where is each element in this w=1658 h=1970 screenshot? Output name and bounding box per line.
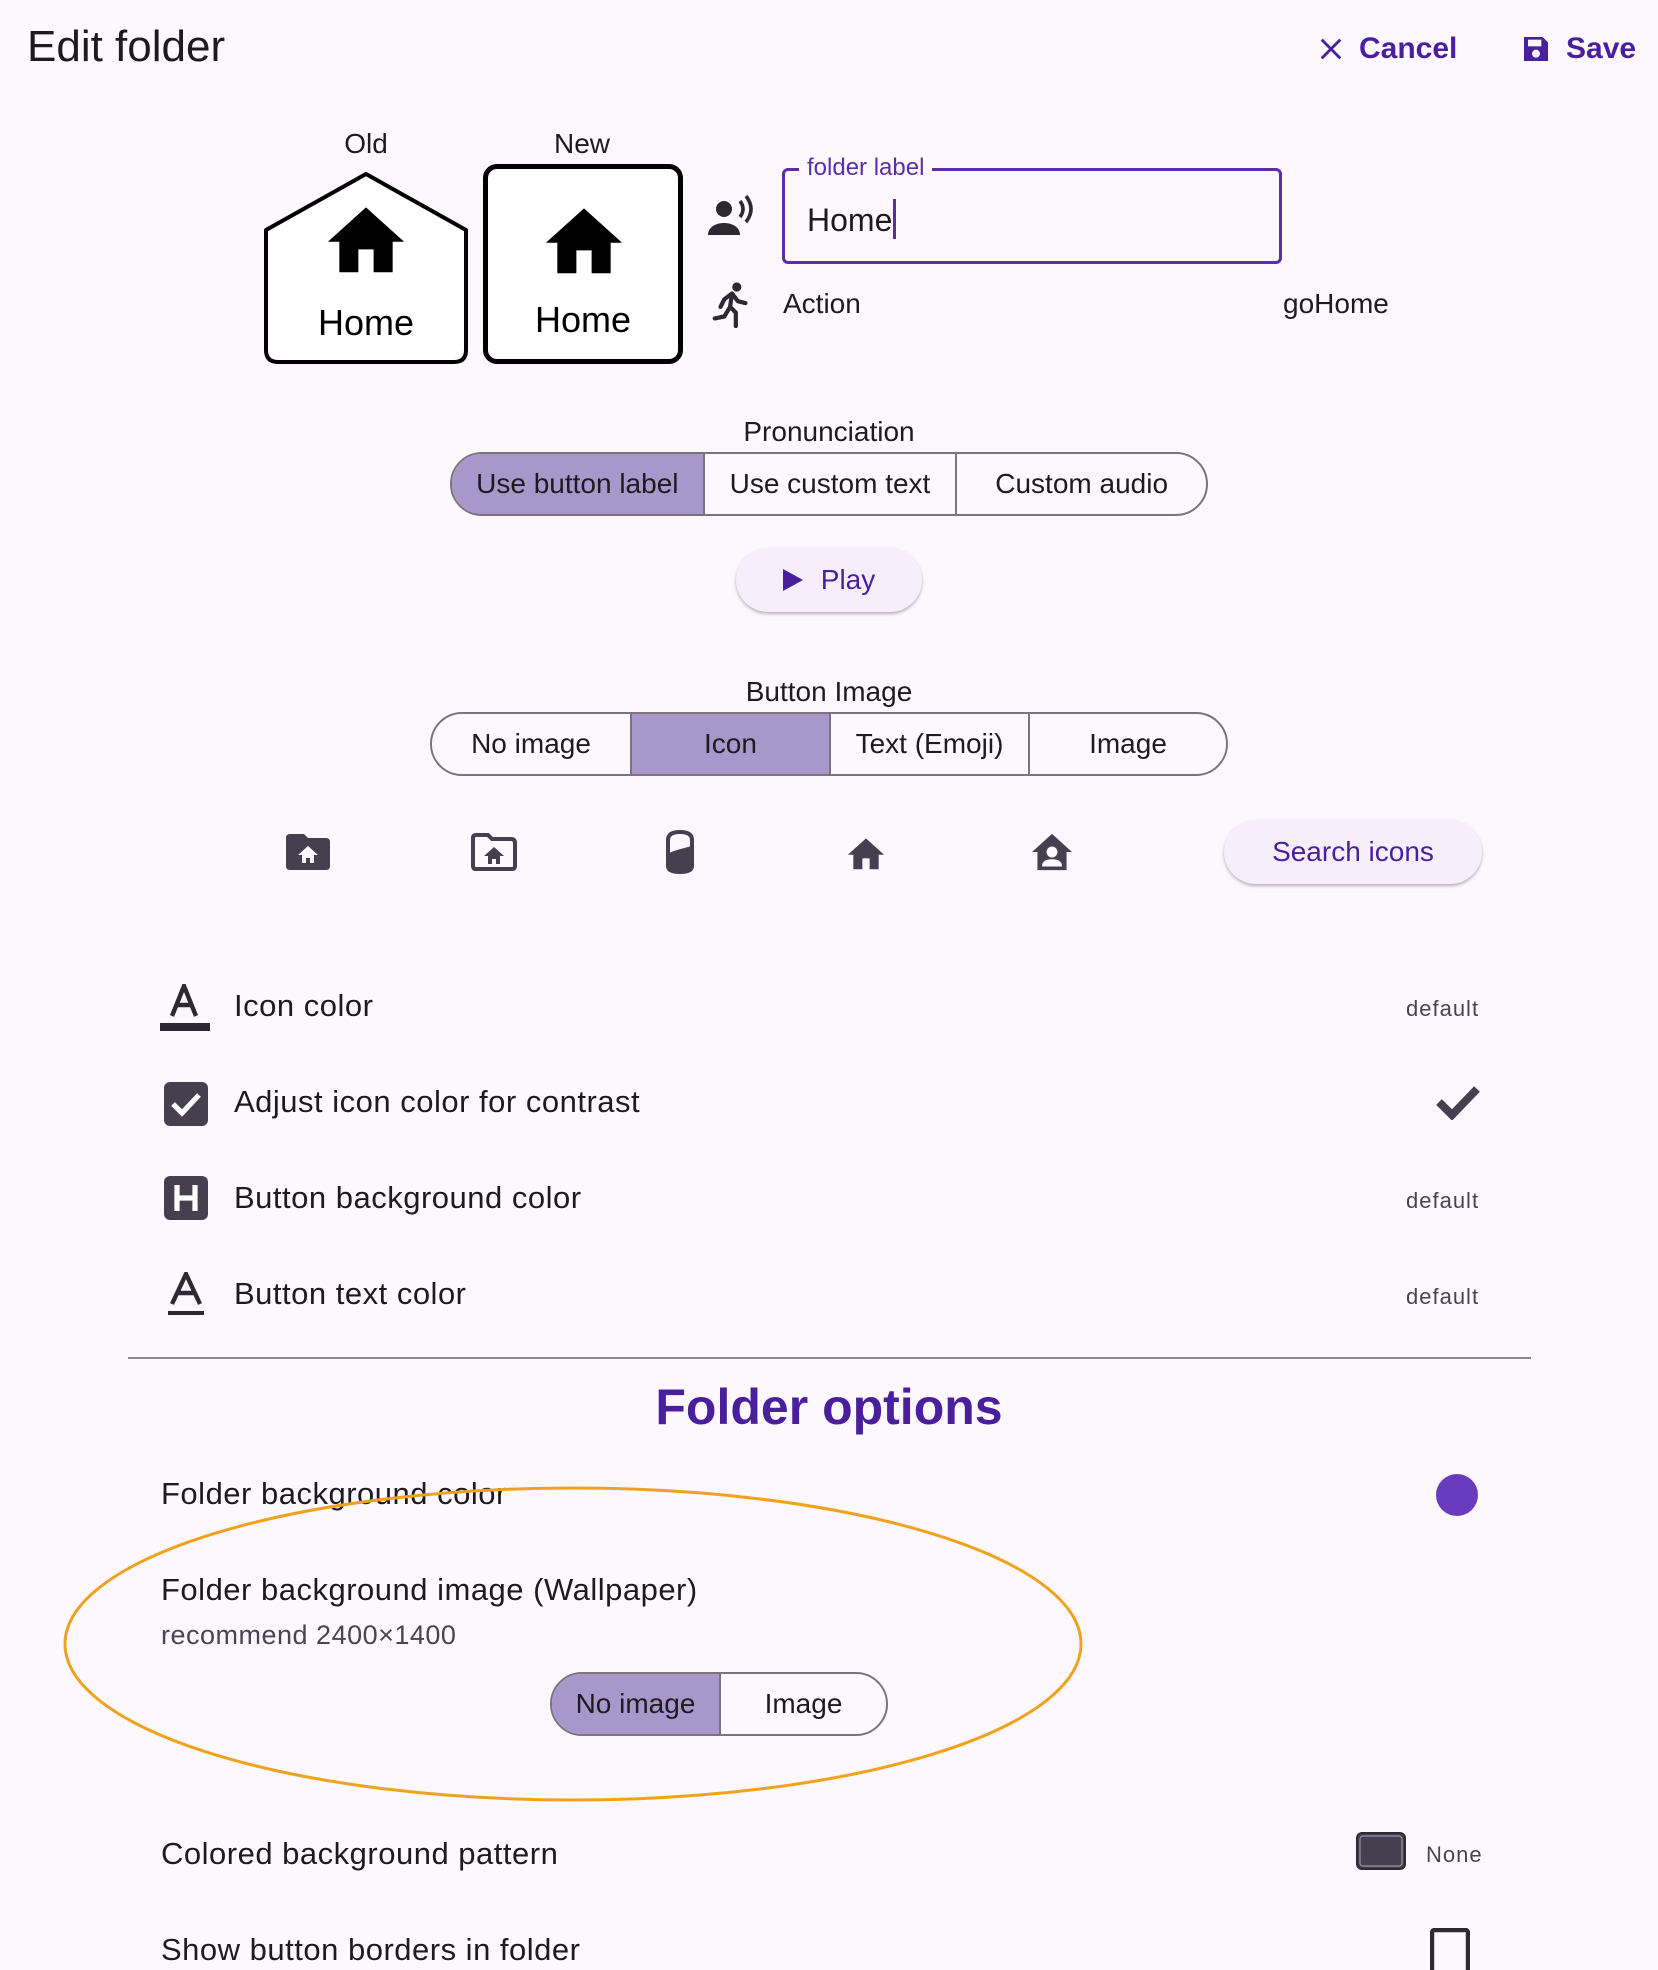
format-color-fill-icon [164,1176,208,1220]
checkbox-icon[interactable] [164,1082,208,1126]
folder-options-title: Folder options [655,1379,1003,1435]
pattern-label[interactable]: Colored background pattern [161,1836,558,1872]
image-option-emoji[interactable]: Text (Emoji) [829,714,1028,774]
folder-home-icon[interactable] [278,822,338,882]
pronunciation-option-button-label[interactable]: Use button label [452,454,703,514]
image-option-icon[interactable]: Icon [630,714,829,774]
cancel-button[interactable]: Cancel [1317,32,1457,66]
pronunciation-option-custom-text[interactable]: Use custom text [702,454,956,514]
section-divider [128,1357,1531,1359]
button-image-segmented: No image Icon Text (Emoji) Image [430,712,1228,776]
highlight-ellipse [63,1486,1083,1802]
image-option-no-image[interactable]: No image [432,714,630,774]
folder-label-input: Home [807,199,897,239]
button-bg-color-label[interactable]: Button background color [234,1180,582,1216]
button-bg-color-value[interactable]: default [1406,1188,1479,1214]
cylinder-icon[interactable] [650,822,710,882]
play-label: Play [820,564,876,595]
button-text-color-value[interactable]: default [1406,1284,1479,1310]
pattern-preview-icon[interactable] [1356,1832,1406,1870]
text-color-icon [166,1268,206,1316]
run-icon [712,282,748,328]
action-value: goHome [1283,288,1389,319]
old-button-label: Home [317,302,415,343]
search-icons-button[interactable]: Search icons [1224,820,1482,884]
image-option-image[interactable]: Image [1028,714,1226,774]
search-icons-label: Search icons [1272,836,1434,867]
check-icon[interactable] [1436,1084,1480,1121]
play-button[interactable]: Play [736,548,922,612]
save-icon [1524,37,1548,61]
play-icon [782,569,803,591]
folder-label-field-label: folder label [799,154,933,182]
record-voice-icon[interactable] [708,195,756,237]
pattern-value[interactable]: None [1426,1842,1483,1868]
save-button[interactable]: Save [1520,32,1636,66]
close-icon [1320,38,1342,60]
pronunciation-title: Pronunciation [743,416,915,447]
new-button-label: Home [534,299,632,340]
home-icon [545,208,623,274]
home-icon[interactable] [836,822,896,882]
edit-folder-screen: Edit folder Cancel Save Old Home New Hom… [0,0,1658,1970]
pronunciation-option-custom-audio[interactable]: Custom audio [955,454,1206,514]
borders-checkbox[interactable] [1429,1927,1471,1970]
new-caption: New [553,128,610,159]
adjust-contrast-label[interactable]: Adjust icon color for contrast [234,1084,640,1120]
folder-label-field[interactable]: folder label Home [782,154,1282,264]
new-button-preview: Home [483,164,683,364]
page-title: Edit folder [27,22,226,71]
save-label: Save [1566,32,1637,65]
old-button-preview: Home [262,170,470,366]
home-icon [327,207,405,273]
cancel-label: Cancel [1359,32,1458,65]
home-account-icon[interactable] [1022,822,1082,882]
pronunciation-segmented: Use button label Use custom text Custom … [450,452,1208,516]
borders-label[interactable]: Show button borders in folder [161,1932,580,1968]
old-caption: Old [344,128,388,159]
format-color-text-icon [160,980,210,1032]
button-image-title: Button Image [745,676,913,707]
folder-home-outline-icon[interactable] [464,822,524,882]
folder-bg-color-swatch[interactable] [1436,1474,1478,1516]
icon-color-label[interactable]: Icon color [234,988,373,1024]
button-text-color-label[interactable]: Button text color [234,1276,467,1312]
icon-color-value[interactable]: default [1406,996,1479,1022]
action-label: Action [783,288,861,319]
text-caret [893,199,897,239]
